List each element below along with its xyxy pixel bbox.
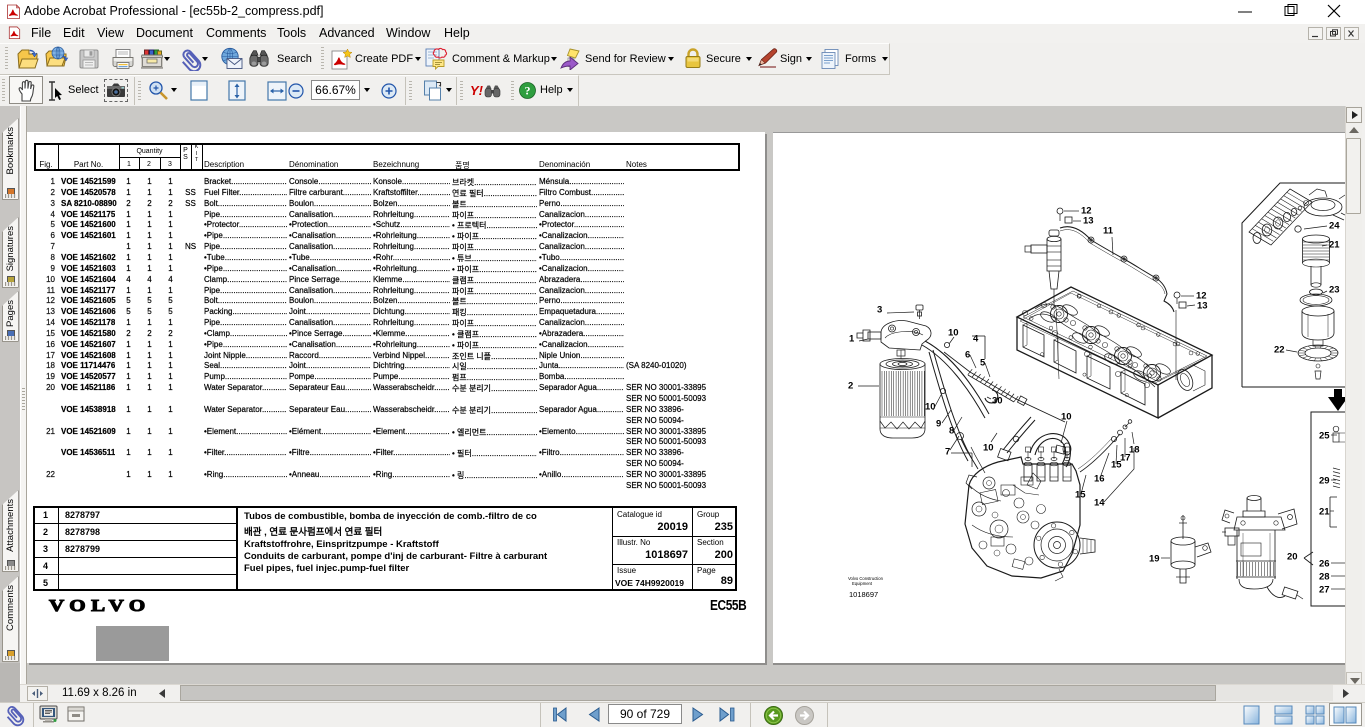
svg-text:10: 10	[983, 443, 994, 454]
svg-text:13: 13	[1083, 216, 1094, 227]
svg-text:27: 27	[1319, 585, 1330, 596]
svg-text:25: 25	[1319, 431, 1330, 442]
svg-text:21: 21	[1319, 507, 1330, 518]
svg-text:28: 28	[1319, 572, 1330, 583]
svg-text:10: 10	[1061, 412, 1072, 423]
svg-text:26: 26	[1319, 559, 1330, 570]
svg-text:30: 30	[992, 396, 1003, 407]
svg-text:15: 15	[1075, 490, 1086, 501]
svg-text:24: 24	[1329, 221, 1340, 232]
svg-text:1: 1	[849, 334, 855, 345]
svg-text:7: 7	[945, 447, 950, 458]
svg-text:16: 16	[1094, 474, 1105, 485]
svg-text:23: 23	[1329, 285, 1340, 296]
svg-text:6: 6	[965, 350, 970, 361]
svg-text:20: 20	[1287, 552, 1298, 563]
svg-text:19: 19	[1149, 554, 1160, 565]
svg-text:10: 10	[925, 402, 936, 413]
svg-text:29: 29	[1319, 476, 1330, 487]
svg-text:11: 11	[1103, 226, 1114, 237]
svg-text:13: 13	[1197, 301, 1208, 312]
svg-text:1018697: 1018697	[849, 590, 878, 599]
svg-text:9: 9	[936, 419, 941, 430]
svg-text:Equipment: Equipment	[852, 581, 873, 586]
svg-text:21: 21	[1329, 240, 1340, 251]
svg-text:4: 4	[973, 334, 979, 345]
svg-text:22: 22	[1274, 345, 1285, 356]
svg-text:8: 8	[949, 426, 954, 437]
svg-text:?: ?	[525, 84, 531, 98]
svg-text:2: 2	[848, 381, 853, 392]
svg-text:14: 14	[1094, 498, 1105, 509]
svg-text:3: 3	[877, 305, 882, 316]
svg-text:15: 15	[1111, 460, 1122, 471]
svg-text:10: 10	[948, 328, 959, 339]
